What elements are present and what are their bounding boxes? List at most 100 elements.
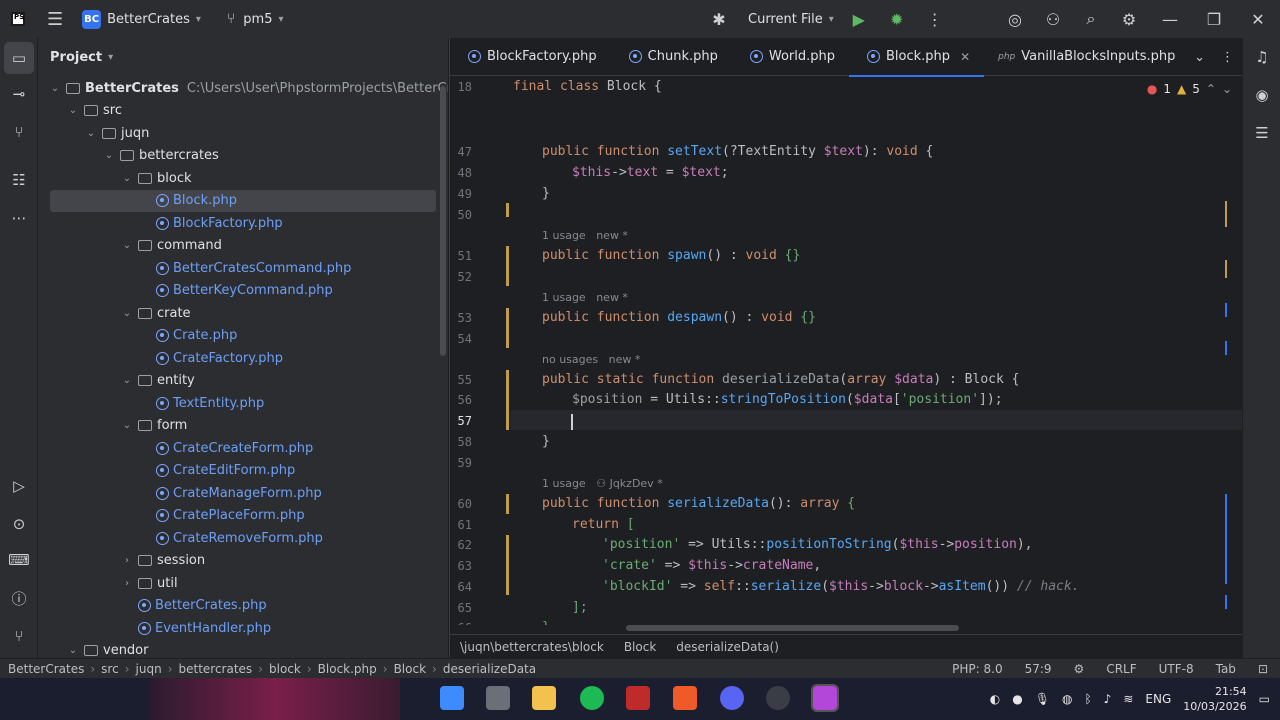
wifi-icon[interactable]: ≋ [1123,692,1133,706]
project-name[interactable]: BetterCrates [107,12,190,27]
tab-chunk[interactable]: Chunk.php [611,38,732,76]
chevron-down-icon[interactable]: ▾ [196,14,201,25]
run-icon[interactable]: ▶ [840,0,878,38]
tray-spotify-icon[interactable]: ● [1012,692,1022,706]
notification-icon[interactable]: ▭ [1259,692,1270,706]
tree-file[interactable]: BetterCratesCommand.php [38,257,351,279]
branch-name[interactable]: pm5 [243,12,272,27]
chevron-down-icon[interactable]: ⌄ [48,83,62,94]
code-with-me-icon[interactable]: ✱ [700,0,738,38]
usage-hint[interactable]: 1 usage new * [542,229,628,242]
project-folder-icon[interactable]: ▭ [4,42,34,74]
tree-folder[interactable]: ⌄ BetterCrates C:\Users\User\PhpstormProje… [38,77,448,99]
tree-file[interactable]: TextEntity.php [38,392,264,414]
line-separator[interactable]: CRLF [1106,662,1136,676]
usage-hint[interactable]: no usages new * [542,353,640,366]
tree-file[interactable]: EventHandler.php [38,617,271,639]
chevron-right-icon[interactable]: › [120,578,134,589]
tree-file[interactable]: CrateFactory.php [38,347,283,369]
tray-discord-icon[interactable]: ◍ [1062,692,1072,706]
tree-file[interactable]: CrateManageForm.php [38,482,322,504]
add-user-icon[interactable]: ⚇ [1034,0,1072,38]
tree-file[interactable]: BetterCrates.php [38,595,267,617]
status-breadcrumb-item[interactable]: Block [394,662,426,676]
run-config-selector[interactable]: Current File ▾ [748,12,834,27]
status-breadcrumb-item[interactable]: BetterCrates [8,662,84,676]
project-panel-header[interactable]: Project ▾ [38,38,448,76]
filezilla-icon[interactable] [626,686,650,710]
status-breadcrumb-item[interactable]: deserializeData [443,662,536,676]
close-icon[interactable]: ✕ [960,50,970,64]
chevron-right-icon[interactable]: › [120,555,134,566]
chevron-down-icon[interactable]: ⌄ [1194,50,1205,65]
tab-vanillablocksinputs[interactable]: php VanillaBlocksInputs.php [984,38,1189,76]
more-actions-icon[interactable]: ⋮ [916,0,954,38]
status-breadcrumb-item[interactable]: src [101,662,119,676]
chevron-down-icon[interactable]: ⌄ [120,375,134,386]
tree-folder[interactable]: ⌄ juqn [38,122,150,144]
tree-file[interactable]: Block.php [50,189,436,212]
git-branch-icon[interactable]: ⑂ [227,11,235,27]
chevron-down-icon[interactable]: ⌄ [84,128,98,139]
file-encoding[interactable]: UTF-8 [1159,662,1194,676]
usage-hint[interactable]: 1 usage ⚇ JqkzDev * [542,477,663,490]
more-tabs-icon[interactable]: ⋮ [1221,50,1234,65]
chevron-down-icon[interactable]: ⌄ [120,240,134,251]
breadcrumb-method[interactable]: deserializeData() [676,640,779,654]
problems-icon[interactable]: ⓘ [0,582,38,614]
status-breadcrumb-item[interactable]: block [269,662,301,676]
project-badge[interactable]: BC [82,9,102,29]
status-breadcrumb-item[interactable]: bettercrates [179,662,253,676]
database-icon[interactable]: ☰ [1243,118,1280,148]
settings-gear-icon[interactable]: ⚙ [1110,0,1148,38]
code-area[interactable]: 18 final class Block { 47 48 49 50 51 52… [450,77,1243,625]
clock[interactable]: 21:54 10/03/2026 [1183,684,1246,714]
git-icon[interactable]: ⚙ [1074,662,1085,676]
status-breadcrumb-item[interactable]: Block.php [318,662,377,676]
cursor-position[interactable]: 57:9 [1025,662,1052,676]
indent-setting[interactable]: Tab [1216,662,1236,676]
volume-icon[interactable]: ♪ [1104,692,1112,706]
run-tool-icon[interactable]: ▷ [0,470,38,502]
tree-folder[interactable]: ⌄ src [38,100,122,122]
windows-start-icon[interactable] [440,686,464,710]
chevron-down-icon[interactable]: ▾ [278,14,283,25]
tab-world[interactable]: World.php [732,38,849,76]
bluetooth-icon[interactable]: ᛒ [1084,692,1091,706]
tree-folder[interactable]: ⌄ entity [38,370,195,392]
tree-file[interactable]: CrateEditForm.php [38,460,295,482]
ai-chat-icon[interactable]: ◉ [1243,80,1280,110]
git-icon[interactable]: ⑂ [0,620,38,652]
minimize-icon[interactable]: — [1148,0,1192,38]
horizontal-scrollbar[interactable] [626,625,959,631]
tree-file[interactable]: CratePlaceForm.php [38,505,305,527]
chevron-down-icon[interactable]: ⌄ [120,308,134,319]
tree-scrollbar[interactable] [440,86,446,356]
maximize-icon[interactable]: ❐ [1192,0,1236,38]
terminal-icon[interactable]: ⌨ [0,544,38,576]
services-icon[interactable]: ⊙ [0,508,38,540]
spotify-icon[interactable] [580,686,604,710]
chevron-down-icon[interactable]: ⌄ [120,420,134,431]
close-icon[interactable]: ✕ [1236,0,1280,38]
tab-block[interactable]: Block.php ✕ [849,37,985,77]
brave-browser-icon[interactable] [673,686,697,710]
tree-file[interactable]: BlockFactory.php [38,212,283,234]
file-explorer-icon[interactable] [532,686,556,710]
tree-folder[interactable]: ⌄ vendor [38,640,149,658]
tree-folder[interactable]: › session [38,550,205,572]
discord-icon[interactable] [720,686,744,710]
more-tools-icon[interactable]: ⋯ [0,202,38,234]
search-icon[interactable]: ⌕ [1072,0,1110,38]
tree-folder[interactable]: ⌄ bettercrates [38,145,219,167]
chevron-down-icon[interactable]: ⌄ [66,645,80,656]
tree-file[interactable]: Crate.php [38,325,237,347]
chevron-down-icon[interactable]: ⌄ [66,105,80,116]
tree-file[interactable]: CrateRemoveForm.php [38,527,323,549]
breadcrumb-class[interactable]: Block [624,640,656,654]
chevron-down-icon[interactable]: ⌄ [120,173,134,184]
lock-icon[interactable]: ⊡ [1258,662,1268,676]
tree-folder[interactable]: › util [38,572,178,594]
commit-icon[interactable]: ⊸ [0,78,38,110]
usage-hint[interactable]: 1 usage new * [542,291,628,304]
